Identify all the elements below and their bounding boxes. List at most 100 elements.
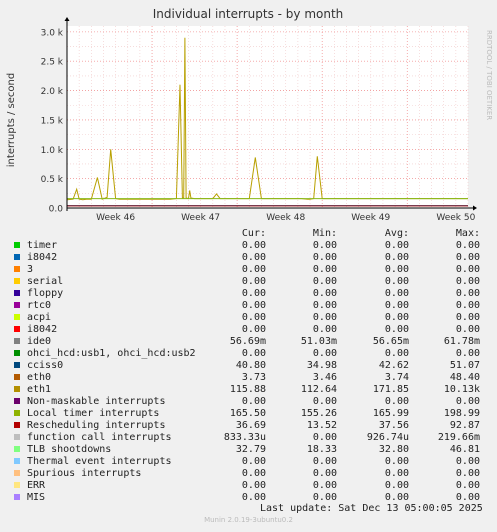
legend-cur-value: 0.00 [241,300,266,311]
legend-max-value: 0.00 [455,324,480,335]
legend-series-name: Rescheduling interrupts [27,420,166,431]
legend-min-value: 0.00 [312,348,337,359]
x-ticks: Week 46 Week 47 Week 48 Week 49 Week 50 [96,213,475,223]
legend-avg-value: 0.00 [384,492,409,503]
header-avg: Avg: [384,228,409,239]
legend-min-value: 0.00 [312,432,337,443]
legend-max-value: 198.99 [443,408,480,419]
legend-cur-value: 0.00 [241,348,266,359]
legend-avg-value: 32.80 [378,444,409,455]
y-tick-label: 1.0 k [41,146,64,156]
legend-min-value: 0.00 [312,480,337,491]
legend-row: Spurious interrupts 0.00 0.00 0.00 0.00 [14,468,484,480]
legend-series-name: Local timer interrupts [27,408,160,419]
legend-row: Non-maskable interrupts 0.00 0.00 0.00 0.00 [14,396,484,408]
legend-min-value: 0.00 [312,456,337,467]
legend-swatch [14,326,20,332]
y-ticks: 0.0 0.5 k 1.0 k 1.5 k 2.0 k 2.5 k 3.0 k [41,28,64,214]
legend-series-name: function call interrupts [27,432,172,443]
legend-header: Cur: Min: Avg: Max: [14,228,484,240]
legend-min-value: 51.03m [300,336,337,347]
y-tick-label: 2.0 k [41,87,64,97]
legend-row: rtc0 0.00 0.00 0.00 0.00 [14,300,484,312]
legend-series-name: cciss0 [27,360,64,371]
legend-swatch [14,338,20,344]
legend-max-value: 219.66m [437,432,480,443]
legend-swatch [14,314,20,320]
legend-cur-value: 0.00 [241,312,266,323]
legend-cur-value: 115.88 [229,384,266,395]
legend-cur-value: 0.00 [241,468,266,479]
legend-row: eth0 3.73 3.46 3.74 48.40 [14,372,484,384]
legend-swatch [14,482,20,488]
legend-swatch [14,386,20,392]
legend-max-value: 0.00 [455,348,480,359]
legend-series-name: Non-maskable interrupts [27,396,166,407]
legend-min-value: 0.00 [312,240,337,251]
legend-avg-value: 926.74u [366,432,409,443]
last-update: Last update: Sat Dec 13 05:00:05 2025 [260,503,483,514]
legend-avg-value: 37.56 [378,420,409,431]
legend-cur-value: 3.73 [241,372,266,383]
legend-series-name: ERR [27,480,46,491]
legend-cur-value: 0.00 [241,456,266,467]
legend-swatch [14,494,20,500]
legend-series-name: TLB shootdowns [27,444,112,455]
legend-min-value: 0.00 [312,300,337,311]
chart-title: Individual interrupts - by month [153,7,344,21]
legend-swatch [14,290,20,296]
legend-avg-value: 0.00 [384,240,409,251]
legend-swatch [14,242,20,248]
legend-row: Local timer interrupts 165.50 155.26 165.99… [14,408,484,420]
legend-min-value: 0.00 [312,492,337,503]
legend-cur-value: 36.69 [235,420,266,431]
legend-swatch [14,434,20,440]
legend-cur-value: 0.00 [241,276,266,287]
legend-max-value: 0.00 [455,468,480,479]
legend-avg-value: 3.74 [384,372,409,383]
legend-row: ohci_hcd:usb1, ohci_hcd:usb2 0.00 0.00 0.00… [14,348,484,360]
legend-swatch [14,254,20,260]
legend-cur-value: 40.80 [235,360,266,371]
x-tick-label: Week 46 [96,213,135,223]
legend-cur-value: 0.00 [241,480,266,491]
plot-area [67,26,468,208]
legend-swatch [14,374,20,380]
legend-avg-value: 0.00 [384,396,409,407]
legend-avg-value: 0.00 [384,480,409,491]
legend-row: Thermal event interrupts 0.00 0.00 0.00 0.00 [14,456,484,468]
legend-swatch [14,410,20,416]
legend-min-value: 34.98 [306,360,337,371]
legend-avg-value: 56.65m [372,336,409,347]
x-tick-label: Week 48 [266,213,305,223]
y-axis-arrow [64,17,70,21]
legend-max-value: 0.00 [455,396,480,407]
y-tick-label: 0.0 [49,205,64,215]
legend-cur-value: 32.79 [235,444,266,455]
legend-series-name: eth1 [27,384,52,395]
legend-series-name: floppy [27,288,64,299]
legend-max-value: 46.81 [449,444,480,455]
legend-row: function call interrupts 833.33u 0.00 926.7… [14,432,484,444]
legend-avg-value: 0.00 [384,468,409,479]
legend-swatch [14,422,20,428]
legend-max-value: 0.00 [455,240,480,251]
x-tick-label: Week 47 [181,213,220,223]
legend-min-value: 0.00 [312,288,337,299]
legend-row: serial 0.00 0.00 0.00 0.00 [14,276,484,288]
legend-row: ide0 56.69m 51.03m 56.65m 61.78m [14,336,484,348]
legend-min-value: 3.46 [312,372,337,383]
legend-series-name: ohci_hcd:usb1, ohci_hcd:usb2 [27,348,196,359]
legend-swatch [14,302,20,308]
legend-avg-value: 0.00 [384,288,409,299]
legend-min-value: 18.33 [306,444,337,455]
legend-avg-value: 0.00 [384,264,409,275]
y-tick-label: 2.5 k [41,58,64,68]
legend-min-value: 155.26 [300,408,337,419]
legend-row: 3 0.00 0.00 0.00 0.00 [14,264,484,276]
legend-series-name: 3 [27,264,34,275]
y-tick-label: 0.5 k [41,175,64,185]
x-tick-label: Week 50 [436,213,475,223]
legend-series-name: eth0 [27,372,52,383]
legend-series-name: i8042 [27,324,58,335]
